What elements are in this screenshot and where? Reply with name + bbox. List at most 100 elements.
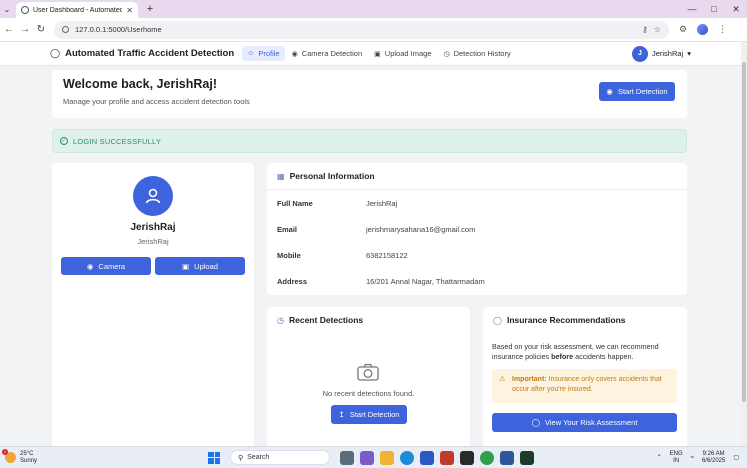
reload-icon[interactable]: ↻ bbox=[34, 24, 48, 35]
key-icon[interactable]: ⚷ bbox=[642, 25, 648, 34]
browser-toolbar: ← → ↻ 127.0.0.1:5000/Userhome ⚷ ☆ ⚙ ⋮ bbox=[0, 18, 747, 42]
brand[interactable]: ◯ Automated Traffic Accident Detection bbox=[50, 48, 234, 59]
address-bar[interactable]: 127.0.0.1:5000/Userhome ⚷ ☆ bbox=[54, 20, 669, 39]
page-scrollbar[interactable] bbox=[741, 42, 747, 446]
site-info-icon[interactable] bbox=[62, 26, 69, 33]
upload-button-label: Upload bbox=[194, 261, 218, 271]
store-icon[interactable] bbox=[420, 450, 434, 465]
view-risk-assessment-button[interactable]: ◯ View Your Risk Assessment bbox=[492, 413, 677, 432]
search-icon: ⚲ bbox=[238, 454, 244, 462]
browser-menu-icon[interactable]: ⋮ bbox=[718, 24, 727, 35]
weather-widget[interactable]: 1 25°C Sunny bbox=[2, 449, 205, 465]
insurance-warning: ⚠ Important: Insurance only covers accid… bbox=[492, 369, 677, 403]
app-icon[interactable] bbox=[440, 450, 454, 465]
user-name: JerishRaj bbox=[651, 49, 684, 58]
tab-list-chevron-icon[interactable]: ⌄ bbox=[0, 0, 14, 18]
recent-detections-card: ◷ Recent Detections No recent detections… bbox=[267, 307, 470, 446]
upload-button[interactable]: ▣ Upload bbox=[155, 257, 245, 275]
camera-button-label: Camera bbox=[98, 261, 126, 271]
camera-button[interactable]: ◉ Camera bbox=[61, 257, 151, 275]
globe-icon bbox=[21, 6, 29, 14]
info-value: 16/201 Annal Nagar, Thattarmadam bbox=[366, 277, 485, 286]
forward-icon[interactable]: → bbox=[18, 24, 32, 35]
copilot-icon[interactable] bbox=[360, 450, 374, 465]
login-success-alert: ✓ LOGIN SUCCESSFULLY bbox=[52, 129, 687, 153]
start-detection-label: Start Detection bbox=[617, 87, 668, 96]
info-row-mobile: Mobile 6382158122 bbox=[277, 251, 408, 260]
empty-state-text: No recent detections found. bbox=[322, 389, 415, 398]
wifi-icon[interactable]: ≈ bbox=[691, 455, 694, 461]
nav-detection-history[interactable]: ◷ Detection History bbox=[438, 46, 515, 61]
chrome-icon[interactable] bbox=[480, 450, 494, 465]
pycharm-icon[interactable] bbox=[520, 450, 534, 465]
bookmark-star-icon[interactable]: ☆ bbox=[654, 25, 661, 34]
taskbar-search[interactable]: ⚲ Search bbox=[230, 450, 330, 465]
info-value: JerishRaj bbox=[366, 199, 398, 208]
nav-profile[interactable]: ☺ Profile bbox=[242, 46, 285, 61]
windows-start-icon[interactable] bbox=[208, 451, 220, 464]
insurance-title: Insurance Recommendations bbox=[506, 315, 626, 325]
nav-camera-detection[interactable]: ◉ Camera Detection bbox=[287, 46, 368, 61]
personal-info-title: Personal Information bbox=[289, 171, 375, 181]
warning-icon: ⚠ bbox=[499, 376, 506, 383]
recent-start-detection-button[interactable]: ↥ Start Detection bbox=[331, 405, 407, 424]
recent-detections-header: ◷ Recent Detections bbox=[267, 307, 470, 333]
nav-camera-label: Camera Detection bbox=[301, 49, 363, 58]
start-detection-button[interactable]: ◉ Start Detection bbox=[599, 82, 675, 101]
back-icon[interactable]: ← bbox=[2, 24, 16, 35]
word-icon[interactable] bbox=[500, 450, 514, 465]
minimize-icon[interactable]: — bbox=[681, 4, 703, 15]
notification-icon[interactable]: ▢ bbox=[733, 454, 739, 461]
insurance-description: Based on your risk assessment, we can re… bbox=[492, 342, 678, 362]
warning-label: Important: bbox=[512, 376, 547, 383]
weather-condition: Sunny bbox=[20, 457, 38, 464]
browser-profile-avatar[interactable] bbox=[697, 24, 709, 35]
camera-icon: ◉ bbox=[291, 50, 298, 58]
scrollbar-thumb[interactable] bbox=[742, 62, 746, 402]
info-label: Full Name bbox=[277, 199, 313, 208]
task-view-icon[interactable] bbox=[340, 450, 354, 465]
user-icon: ☺ bbox=[247, 50, 255, 57]
edge-icon[interactable] bbox=[400, 450, 414, 465]
new-tab-button[interactable]: + bbox=[142, 3, 158, 15]
top-navbar: ◯ Automated Traffic Accident Detection ☺… bbox=[0, 42, 741, 66]
extensions-icon[interactable]: ⚙ bbox=[679, 24, 687, 35]
info-value: jerishmarysahana16@gmail.com bbox=[366, 225, 476, 234]
browser-tab[interactable]: User Dashboard - Automated T ✕ bbox=[16, 2, 138, 18]
shield-icon: ◯ bbox=[531, 418, 540, 427]
file-explorer-icon[interactable] bbox=[380, 450, 394, 465]
info-label: Mobile bbox=[277, 251, 301, 260]
alert-text: LOGIN SUCCESSFULLY bbox=[73, 136, 162, 146]
tab-title: User Dashboard - Automated T bbox=[33, 6, 123, 14]
app-viewport: ◯ Automated Traffic Accident Detection ☺… bbox=[0, 42, 741, 446]
user-menu[interactable]: J JerishRaj ▾ bbox=[631, 45, 691, 62]
windows-taskbar: 1 25°C Sunny ⚲ Search ⌃ ENG IN ≈ 9:26 AM 6… bbox=[0, 446, 747, 468]
insurance-card: ◯ Insurance Recommendations Based on you… bbox=[483, 307, 687, 446]
clock-date: 6/6/2025 bbox=[701, 457, 726, 464]
nav-history-label: Detection History bbox=[453, 49, 511, 58]
browser-tabstrip: ⌄ User Dashboard - Automated T ✕ + — □ ✕ bbox=[0, 0, 747, 18]
taskbar-search-label: Search bbox=[247, 454, 270, 461]
insurance-header: ◯ Insurance Recommendations bbox=[483, 307, 687, 333]
info-label: Address bbox=[277, 277, 308, 286]
shield-icon: ◯ bbox=[493, 315, 502, 325]
close-tab-icon[interactable]: ✕ bbox=[126, 6, 133, 15]
url-text[interactable]: 127.0.0.1:5000/Userhome bbox=[75, 25, 636, 34]
language-indicator[interactable]: ENG IN bbox=[670, 451, 683, 465]
user-icon bbox=[145, 188, 161, 204]
profile-avatar bbox=[133, 176, 173, 216]
clock[interactable]: 9:26 AM 6/6/2025 bbox=[702, 451, 725, 465]
insurance-text-bold: before bbox=[551, 352, 574, 361]
check-circle-icon: ✓ bbox=[60, 137, 68, 145]
close-window-icon[interactable]: ✕ bbox=[725, 4, 747, 15]
clock-time: 9:26 AM bbox=[702, 450, 725, 457]
chevron-up-icon[interactable]: ⌃ bbox=[657, 454, 662, 461]
user-avatar: J bbox=[631, 45, 648, 62]
shield-icon: ◯ bbox=[50, 48, 61, 58]
nav-upload-image[interactable]: ▣ Upload Image bbox=[369, 46, 436, 61]
personal-info-card: ▦ Personal Information Full Name JerishR… bbox=[267, 163, 687, 295]
app-icon[interactable] bbox=[460, 450, 474, 465]
sun-icon: 1 bbox=[2, 449, 16, 463]
camera-icon bbox=[357, 363, 379, 381]
maximize-icon[interactable]: □ bbox=[703, 4, 725, 15]
